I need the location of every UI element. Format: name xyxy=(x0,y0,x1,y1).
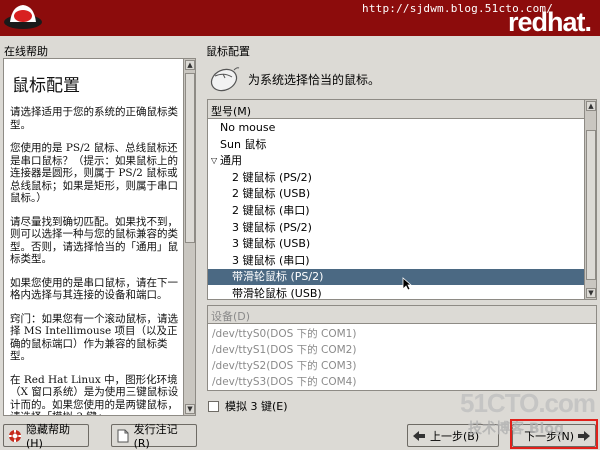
tree-item-label: 3 键鼠标 (串口) xyxy=(232,253,310,267)
tree-item[interactable]: 2 键鼠标 (PS/2) xyxy=(208,170,585,186)
tree-item-label: 2 键鼠标 (PS/2) xyxy=(232,170,312,184)
emulate-3-buttons-checkbox[interactable]: 模拟 3 键(E) xyxy=(208,398,288,414)
tree-item[interactable]: 带滑轮鼠标 (USB) xyxy=(208,286,585,300)
tree-column-header[interactable]: 型号(M) xyxy=(208,100,585,119)
tree-item-label: 带滑轮鼠标 (USB) xyxy=(232,287,322,300)
redhat-logo: redhat. xyxy=(508,7,592,36)
emulate-label: 模拟 3 键(E) xyxy=(225,400,288,413)
device-column-header: 设备(D) xyxy=(208,306,596,324)
tree-item[interactable]: 带滑轮鼠标 (PS/2) xyxy=(208,269,585,286)
top-banner: http://sjdwm.blog.51cto.com/ redhat. xyxy=(0,0,600,36)
tree-item-label: 2 键鼠标 (串口) xyxy=(232,204,310,217)
device-item[interactable]: /dev/ttyS1(DOS 下的 COM2) xyxy=(212,342,356,358)
tree-item-label: 2 键鼠标 (USB) xyxy=(232,187,311,201)
tree-item-label: Sun 鼠标 xyxy=(220,137,267,151)
release-notes-label: 发行注记(R) xyxy=(133,423,178,450)
scroll-up-icon[interactable]: ▲ xyxy=(185,60,195,70)
highlight-box xyxy=(510,419,598,449)
device-list[interactable]: 设备(D) /dev/ttyS0(DOS 下的 COM1)/dev/ttyS1(… xyxy=(207,305,597,391)
tree-item[interactable]: No mouse xyxy=(208,120,585,136)
help-paragraph: 请选择适用于您的系统的正确鼠标类型。 xyxy=(10,106,178,131)
device-item[interactable]: /dev/ttyS2(DOS 下的 COM3) xyxy=(212,358,356,374)
help-paragraph: 您使用的是 PS/2 鼠标、总线鼠标还是串口鼠标？（提示：如果鼠标上的连接器是圆… xyxy=(10,142,178,204)
help-paragraph: 请尽量找到确切匹配。如果找不到，则可以选择一种与您的鼠标兼容的类型。否则，请选择… xyxy=(10,215,178,266)
back-label: 上一步(B) xyxy=(430,429,480,443)
tree-item-label: No mouse xyxy=(220,121,276,134)
help-paragraph: 如果您使用的是串口鼠标，请在下一格内选择与其连接的设备和端口。 xyxy=(10,276,178,302)
help-section-label: 在线帮助 xyxy=(4,45,48,58)
mouse-icon xyxy=(210,67,240,92)
scroll-down-icon[interactable]: ▼ xyxy=(185,404,195,414)
mouse-model-tree[interactable]: 型号(M) No mouse Sun 鼠标 ▽ 通用 2 键鼠标 (PS/2) 2 键鼠标… xyxy=(207,99,597,300)
tree-item[interactable]: 3 键鼠标 (串口) xyxy=(208,253,585,269)
scroll-up-icon[interactable]: ▲ xyxy=(586,101,596,111)
tree-item-label: 通用 xyxy=(220,154,242,168)
help-text: 鼠标配置 请选择适用于您的系统的正确鼠标类型。您使用的是 PS/2 鼠标、总线鼠… xyxy=(8,63,184,416)
tree-item[interactable]: 3 键鼠标 (USB) xyxy=(208,236,585,252)
document-icon xyxy=(116,429,130,443)
watermark-big: 51CTO.com xyxy=(460,388,596,418)
arrow-left-icon xyxy=(412,429,426,443)
tree-item[interactable]: 2 键鼠标 (USB) xyxy=(208,186,585,202)
device-item[interactable]: /dev/ttyS0(DOS 下的 COM1) xyxy=(212,326,356,342)
help-paragraph: 窍门：如果您有一个滚动鼠标，请选择 MS Intellimouse 项目（以及正… xyxy=(10,312,178,363)
scroll-thumb[interactable] xyxy=(586,130,596,280)
expander-icon[interactable]: ▽ xyxy=(211,153,217,169)
shadowman-logo-icon xyxy=(4,5,42,29)
checkbox-box[interactable] xyxy=(208,400,219,412)
tree-item-label: 带滑轮鼠标 (PS/2) xyxy=(232,270,324,284)
help-scrollbar[interactable]: ▲ ▼ xyxy=(183,59,195,415)
scroll-thumb[interactable] xyxy=(185,73,195,243)
device-item[interactable]: /dev/ttyS3(DOS 下的 COM4) xyxy=(212,374,356,390)
lifebuoy-icon xyxy=(8,429,22,443)
tree-item[interactable]: 2 键鼠标 (串口) xyxy=(208,203,585,219)
release-notes-button[interactable]: 发行注记(R) xyxy=(111,423,197,450)
tree-item[interactable]: Sun 鼠标 xyxy=(208,137,585,153)
tree-item-label: 3 键鼠标 (PS/2) xyxy=(232,220,312,234)
mouse-section-label: 鼠标配置 xyxy=(206,45,250,58)
tree-scrollbar[interactable]: ▲ ▼ xyxy=(584,100,596,299)
back-button[interactable]: 上一步(B) xyxy=(407,424,499,447)
mouse-cursor-icon xyxy=(402,277,412,291)
hide-help-label: 隐藏帮助(H) xyxy=(26,423,70,450)
scroll-down-icon[interactable]: ▼ xyxy=(586,288,596,298)
help-title: 鼠标配置 xyxy=(12,76,80,96)
tree-item[interactable]: 3 键鼠标 (PS/2) xyxy=(208,220,585,236)
help-pane: 鼠标配置 请选择适用于您的系统的正确鼠标类型。您使用的是 PS/2 鼠标、总线鼠… xyxy=(3,58,196,416)
hide-help-button[interactable]: 隐藏帮助(H) xyxy=(3,423,89,450)
tree-item-label: 3 键鼠标 (USB) xyxy=(232,237,311,251)
tree-item[interactable]: ▽ 通用 xyxy=(208,153,585,169)
mouse-prompt: 为系统选择恰当的鼠标。 xyxy=(248,73,381,87)
help-paragraph: 在 Red Hat Linux 中，图形化环境（X 窗口系统）是为使用三键鼠标设… xyxy=(10,373,179,416)
